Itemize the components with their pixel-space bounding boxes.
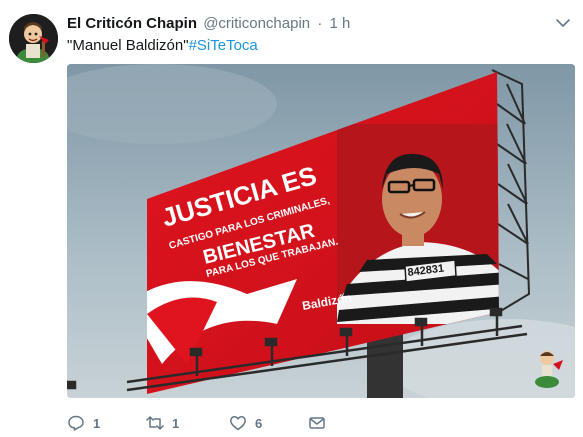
more-options-button[interactable] [555, 15, 571, 31]
tweet-header: El Criticón Chapin @criticonchapin · 1 h [67, 14, 350, 34]
separator-dot: · [317, 15, 323, 32]
like-button[interactable]: 6 [229, 412, 262, 434]
tweet[interactable]: El Criticón Chapin @criticonchapin · 1 h… [0, 0, 583, 437]
chevron-down-icon [556, 19, 570, 27]
retweet-icon [146, 416, 164, 430]
envelope-icon [309, 417, 325, 429]
tweet-text-quote: "Manuel Baldizón" [67, 37, 189, 54]
like-count: 6 [255, 415, 263, 431]
billboard-photo: JUSTICIA ES CASTIGO PARA LOS CRIMINALES,… [67, 64, 575, 398]
hashtag-link[interactable]: #SiTeToca [189, 37, 258, 54]
display-name[interactable]: El Criticón Chapin [67, 15, 197, 32]
tweet-text: "Manuel Baldizón"#SiTeToca [67, 36, 258, 56]
avatar[interactable] [9, 14, 58, 63]
billboard-portrait [337, 124, 499, 324]
reply-button[interactable]: 1 [67, 412, 100, 434]
tweet-actions: 1 1 6 [67, 412, 367, 434]
reply-count: 1 [93, 415, 101, 431]
retweet-count: 1 [172, 415, 180, 431]
direct-message-button[interactable] [308, 412, 326, 434]
timestamp[interactable]: 1 h [329, 15, 350, 32]
user-handle[interactable]: @criticonchapin [203, 15, 310, 32]
avatar-cartoon-icon [9, 14, 58, 63]
heart-icon [230, 416, 246, 431]
tweet-photo[interactable]: JUSTICIA ES CASTIGO PARA LOS CRIMINALES,… [67, 64, 575, 398]
reply-icon [68, 415, 84, 431]
retweet-button[interactable]: 1 [146, 412, 179, 434]
